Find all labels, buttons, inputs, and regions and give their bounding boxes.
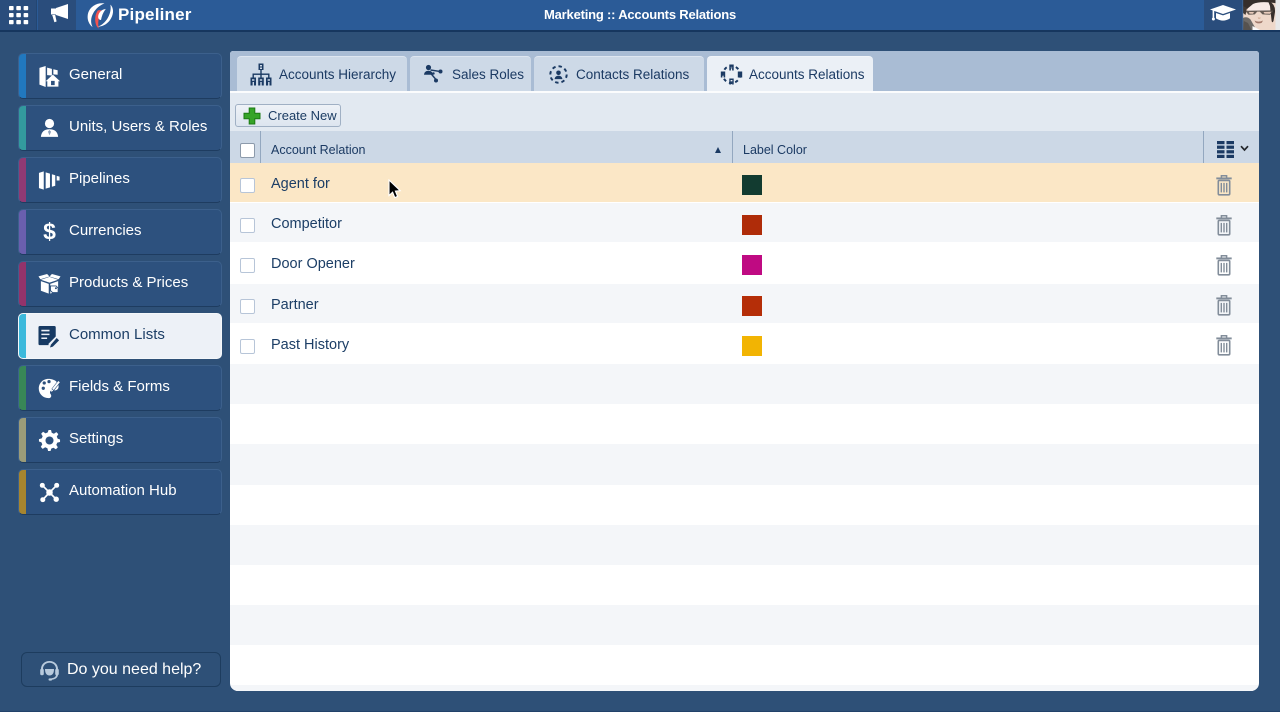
svg-text:$: $ [43,221,56,244]
